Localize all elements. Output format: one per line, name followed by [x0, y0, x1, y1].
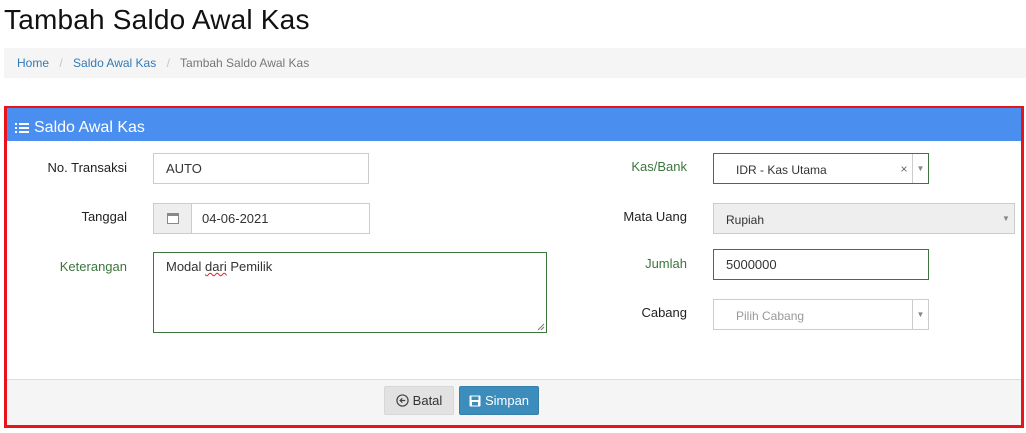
tanggal-input-group[interactable]: 04-06-2021	[153, 203, 370, 234]
jumlah-label: Jumlah	[645, 256, 687, 271]
mata-uang-label: Mata Uang	[623, 209, 687, 224]
keterangan-text-start: Modal	[166, 259, 206, 274]
breadcrumb-home-link[interactable]: Home	[17, 56, 49, 70]
keterangan-text-misspelled: dari	[205, 259, 227, 274]
mata-uang-value: Rupiah	[726, 212, 765, 227]
save-icon	[469, 395, 481, 406]
batal-button[interactable]: Batal	[384, 386, 454, 415]
resize-handle-icon[interactable]	[537, 323, 545, 331]
calendar-icon[interactable]	[154, 204, 192, 233]
breadcrumb-current: Tambah Saldo Awal Kas	[180, 56, 310, 70]
simpan-label: Simpan	[484, 393, 530, 408]
keterangan-text-end: Pemilik	[226, 259, 273, 274]
keterangan-label: Keterangan	[59, 259, 127, 274]
back-arrow-circle-icon	[395, 394, 409, 407]
kas-bank-value: IDR - Kas Utama	[736, 162, 827, 177]
breadcrumb-separator: /	[59, 56, 63, 70]
cabang-label: Cabang	[641, 305, 687, 320]
saldo-awal-kas-panel: Saldo Awal Kas No. Transaksi AUTO Tangga…	[4, 106, 1024, 428]
chevron-down-icon[interactable]: ▼	[912, 300, 928, 329]
jumlah-field[interactable]: 5000000	[713, 249, 929, 280]
breadcrumb-saldo-awal-kas-link[interactable]: Saldo Awal Kas	[73, 56, 156, 70]
page-title: Tambah Saldo Awal Kas	[4, 4, 310, 35]
panel-heading: Saldo Awal Kas	[7, 108, 1021, 141]
breadcrumb-separator: /	[166, 56, 170, 70]
kas-bank-select[interactable]: IDR - Kas Utama × ▼	[713, 153, 929, 184]
keterangan-textarea[interactable]: Modal dari Pemilik	[153, 252, 547, 333]
panel-title: Saldo Awal Kas	[34, 118, 145, 136]
chevron-down-icon[interactable]: ▼	[912, 154, 928, 183]
tanggal-label: Tanggal	[81, 209, 127, 224]
list-icon	[15, 122, 29, 134]
form-footer: Batal Simpan	[7, 379, 1021, 425]
breadcrumb: Home / Saldo Awal Kas / Tambah Saldo Awa…	[4, 48, 1026, 78]
clear-icon[interactable]: ×	[896, 162, 912, 176]
mata-uang-select: Rupiah ▼	[713, 203, 1015, 234]
cabang-select[interactable]: Pilih Cabang ▼	[713, 299, 929, 330]
no-transaksi-label: No. Transaksi	[47, 160, 127, 175]
no-transaksi-field[interactable]: AUTO	[153, 153, 369, 184]
chevron-down-icon: ▼	[1002, 214, 1010, 223]
simpan-button[interactable]: Simpan	[459, 386, 539, 415]
tanggal-field[interactable]: 04-06-2021	[192, 204, 279, 233]
kas-bank-label: Kas/Bank	[631, 159, 687, 174]
cabang-placeholder: Pilih Cabang	[736, 308, 805, 323]
batal-label: Batal	[412, 393, 443, 408]
